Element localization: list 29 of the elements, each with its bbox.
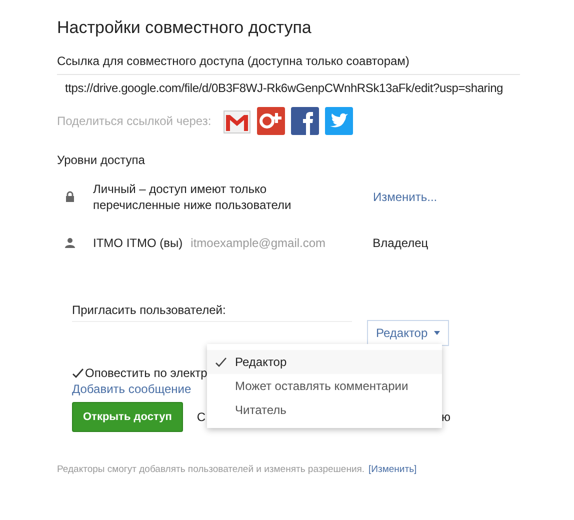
visibility-text: Личный – доступ имеют только перечисленные ниже пользователи [93, 181, 292, 213]
checkbox[interactable] [72, 367, 84, 379]
lock-icon [65, 191, 75, 203]
menu-item[interactable]: Читатель [207, 398, 442, 422]
change-link[interactable]: Изменить... [373, 190, 438, 204]
invite-label: Пригласить пользователей: [72, 303, 227, 317]
menu-item[interactable]: Может оставлять комментарии [207, 374, 442, 398]
change-link[interactable]: [Изменить] [368, 464, 417, 475]
share-button[interactable]: Открыть доступ [72, 402, 183, 432]
role-dropdown[interactable]: Редактор [367, 320, 449, 346]
link-label: Ссылка для совместного доступа (доступна только соавторам) [57, 54, 410, 68]
section-heading: Уровни доступа [57, 153, 146, 167]
google-plus-icon[interactable] [257, 107, 286, 135]
button-fragment: С [196, 410, 206, 424]
link-field[interactable]: ttps://drive.google.com/file/d/0B3F8WJ-Rk6wGenpCWnhRSk13aFk/edit?usp=sharing [57, 74, 520, 95]
share-label: Поделиться ссылкой через: [57, 114, 212, 128]
facebook-icon[interactable] [291, 107, 320, 135]
footer-text: Редакторы смогут добавлять пользователей и изменять разрешения. [57, 464, 365, 475]
person-icon [65, 237, 75, 249]
notify-label: Оповестить по электр [85, 366, 208, 380]
user-role: Владелец [372, 236, 428, 250]
bird-icon[interactable] [325, 107, 354, 135]
dialog-title: Настройки совместного доступа [57, 18, 312, 38]
check-icon [215, 356, 227, 368]
text-fragment: ю [442, 410, 451, 424]
menu-item[interactable]: Редактор [207, 350, 442, 374]
user-name: ITMO ITMO (вы) [93, 236, 183, 250]
user-email: itmoexample@gmail.com [190, 236, 327, 250]
caret-icon [434, 331, 440, 335]
